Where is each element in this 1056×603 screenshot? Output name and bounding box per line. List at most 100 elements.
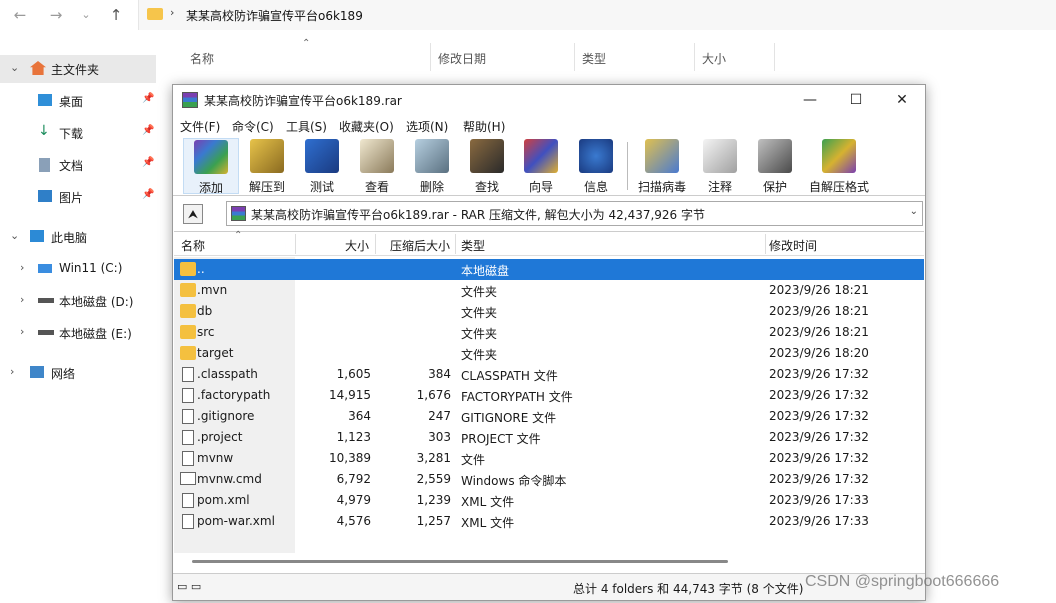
table-row[interactable]: mvnw 10,389 3,281 文件 2023/9/26 17:32 xyxy=(174,448,924,469)
back-arrow-icon[interactable]: ← xyxy=(10,6,30,24)
menu-tools[interactable]: 工具(S) xyxy=(286,118,327,135)
table-row[interactable]: .project 1,123 303 PROJECT 文件 2023/9/26 17:3… xyxy=(174,427,924,448)
expand-icon[interactable]: ⌄ xyxy=(10,229,19,242)
add-button[interactable]: 添加 xyxy=(183,138,239,195)
up-folder-icon[interactable]: ⮝ xyxy=(183,204,203,224)
table-row[interactable]: db 文件夹 2023/9/26 18:21 xyxy=(174,301,924,322)
table-row[interactable]: .gitignore 364 247 GITIGNORE 文件 2023/9/26 17… xyxy=(174,406,924,427)
address-bar[interactable]: › 某某高校防诈骗宣传平台o6k189 xyxy=(138,0,1056,30)
archive-path-field[interactable]: 某某高校防诈骗宣传平台o6k189.rar - RAR 压缩文件, 解包大小为 … xyxy=(226,201,923,226)
sidebar-item-documents[interactable]: 文档 📌 xyxy=(0,151,156,179)
title-bar[interactable]: 某某高校防诈骗宣传平台o6k189.rar — ☐ ✕ xyxy=(173,85,925,115)
protect-button[interactable]: 保护 xyxy=(749,138,801,194)
extract-to-button[interactable]: 解压到 xyxy=(241,138,293,194)
sidebar-label: 桌面 xyxy=(59,95,84,109)
view-button[interactable]: 查看 xyxy=(351,138,403,194)
expand-icon[interactable]: › xyxy=(20,293,24,306)
pin-icon[interactable]: 📌 xyxy=(142,189,154,200)
column-name[interactable]: 名称 xyxy=(181,237,205,254)
table-row[interactable]: pom.xml 4,979 1,239 XML 文件 2023/9/26 17:33 xyxy=(174,490,924,511)
column-modified[interactable]: 修改时间 xyxy=(769,237,817,254)
column-size[interactable]: 大小 xyxy=(702,50,726,67)
sidebar-item-drive-d[interactable]: › 本地磁盘 (D:) xyxy=(0,287,156,315)
sidebar-item-downloads[interactable]: ↓ 下载 📌 xyxy=(0,119,156,147)
expand-icon[interactable]: › xyxy=(10,365,14,378)
toolbar-label: 自解压格式 xyxy=(808,180,869,194)
table-row[interactable]: target 文件夹 2023/9/26 18:20 xyxy=(174,343,924,364)
sidebar-item-network[interactable]: › 网络 xyxy=(0,359,156,387)
cell-name: .project xyxy=(197,430,243,444)
info-button[interactable]: 信息 xyxy=(571,138,621,194)
minimize-icon[interactable]: — xyxy=(787,85,833,115)
table-row[interactable]: .factorypath 14,915 1,676 FACTORYPATH 文件 202… xyxy=(174,385,924,406)
sidebar-item-pictures[interactable]: 图片 📌 xyxy=(0,183,156,211)
delete-icon xyxy=(415,139,449,173)
sidebar-item-home[interactable]: ⌄ 主文件夹 xyxy=(0,55,156,83)
pin-icon[interactable]: 📌 xyxy=(142,157,154,168)
pin-icon[interactable]: 📌 xyxy=(142,93,154,104)
column-type[interactable]: 类型 xyxy=(461,237,485,254)
cell-type: 文件夹 xyxy=(461,348,498,362)
wizard-button[interactable]: 向导 xyxy=(515,138,567,194)
script-file-icon xyxy=(180,472,196,485)
desktop-icon xyxy=(38,94,52,106)
horizontal-scrollbar[interactable] xyxy=(192,560,728,563)
cell-packed: 247 xyxy=(428,409,451,423)
delete-button[interactable]: 删除 xyxy=(407,138,457,194)
chevron-down-icon[interactable]: ⌄ xyxy=(910,206,918,217)
sidebar-label: 本地磁盘 (D:) xyxy=(59,295,134,309)
cell-type: XML 文件 xyxy=(461,516,515,530)
table-row[interactable]: .classpath 1,605 384 CLASSPATH 文件 2023/9/26 … xyxy=(174,364,924,385)
cell-modified: 2023/9/26 17:32 xyxy=(769,451,869,465)
comment-button[interactable]: 注释 xyxy=(695,138,745,194)
column-type[interactable]: 类型 xyxy=(582,50,606,67)
table-row[interactable]: pom-war.xml 4,576 1,257 XML 文件 2023/9/26 17:… xyxy=(174,511,924,532)
sidebar-label: 文档 xyxy=(59,159,84,173)
sidebar-item-this-pc[interactable]: ⌄ 此电脑 xyxy=(0,223,156,251)
virus-scan-button[interactable]: 扫描病毒 xyxy=(633,138,691,194)
sfx-button[interactable]: 自解压格式 xyxy=(803,138,875,194)
cell-size: 6,792 xyxy=(336,472,371,486)
pin-icon[interactable]: 📌 xyxy=(142,125,154,136)
column-packed[interactable]: 压缩后大小 xyxy=(390,237,450,254)
cell-type: FACTORYPATH 文件 xyxy=(461,390,573,404)
close-icon[interactable]: ✕ xyxy=(879,85,925,115)
menu-bar: 文件(F) 命令(C) 工具(S) 收藏夹(O) 选项(N) 帮助(H) xyxy=(173,115,925,136)
cell-name: .gitignore xyxy=(197,409,255,423)
column-name[interactable]: 名称 xyxy=(190,50,214,67)
cell-modified: 2023/9/26 17:33 xyxy=(769,514,869,528)
windows-drive-icon xyxy=(38,264,52,273)
sidebar-item-desktop[interactable]: 桌面 📌 xyxy=(0,87,156,115)
menu-file[interactable]: 文件(F) xyxy=(180,118,220,135)
cell-name: .mvn xyxy=(197,283,228,297)
expand-icon[interactable]: › xyxy=(20,261,24,274)
cell-size: 1,123 xyxy=(336,430,371,444)
table-row[interactable]: src 文件夹 2023/9/26 18:21 xyxy=(174,322,924,343)
expand-icon[interactable]: ⌄ xyxy=(10,61,19,74)
recent-chevron-icon[interactable]: ⌄ xyxy=(76,6,96,24)
table-row[interactable]: .. 本地磁盘 xyxy=(174,259,924,280)
cell-size: 14,915 xyxy=(329,388,371,402)
up-arrow-icon[interactable]: ↑ xyxy=(106,6,126,24)
cell-modified: 2023/9/26 17:32 xyxy=(769,388,869,402)
column-size[interactable]: 大小 xyxy=(345,237,369,254)
expand-icon[interactable]: › xyxy=(20,325,24,338)
menu-help[interactable]: 帮助(H) xyxy=(463,118,505,135)
sidebar-item-drive-c[interactable]: › Win11 (C:) xyxy=(0,255,156,283)
column-modified[interactable]: 修改日期 xyxy=(438,50,486,67)
table-row[interactable]: mvnw.cmd 6,792 2,559 Windows 命令脚本 2023/9/26 … xyxy=(174,469,924,490)
cell-packed: 1,257 xyxy=(416,514,451,528)
table-row[interactable]: .mvn 文件夹 2023/9/26 18:21 xyxy=(174,280,924,301)
maximize-icon[interactable]: ☐ xyxy=(833,85,879,115)
menu-options[interactable]: 选项(N) xyxy=(406,118,448,135)
test-button[interactable]: 测试 xyxy=(297,138,347,194)
find-button[interactable]: 查找 xyxy=(461,138,513,194)
sidebar-label: 网络 xyxy=(51,367,76,381)
menu-favorites[interactable]: 收藏夹(O) xyxy=(339,118,394,135)
toolbar-label: 查看 xyxy=(364,180,389,194)
forward-arrow-icon[interactable]: → xyxy=(46,6,66,24)
menu-commands[interactable]: 命令(C) xyxy=(232,118,274,135)
sidebar-item-drive-e[interactable]: › 本地磁盘 (E:) xyxy=(0,319,156,347)
cell-packed: 1,239 xyxy=(416,493,451,507)
cell-modified: 2023/9/26 17:32 xyxy=(769,472,869,486)
